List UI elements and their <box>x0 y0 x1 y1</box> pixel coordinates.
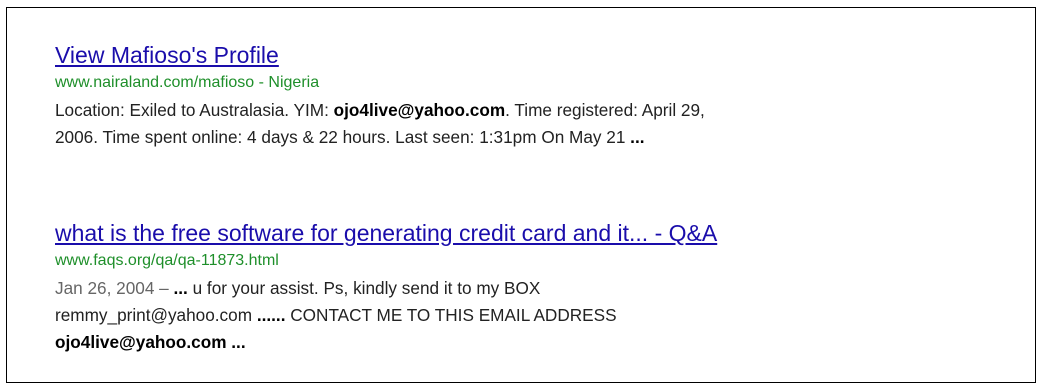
result-title-link[interactable]: View Mafioso's Profile <box>55 40 1025 70</box>
snippet-text: Location: Exiled to Australasia. YIM: <box>55 100 334 120</box>
snippet-highlight: ojo4live@yahoo.com <box>333 100 506 120</box>
search-result: what is the free software for generating… <box>55 218 1025 356</box>
snippet-ellipsis: ... <box>630 127 645 147</box>
snippet-ellipsis: ...... <box>256 305 286 325</box>
snippet-line: remmy_print@yahoo.com ...... CONTACT ME … <box>55 302 1025 329</box>
result-url: www.faqs.org/qa/qa-11873.html <box>55 252 279 269</box>
snippet-highlight: ojo4live@yahoo.com ... <box>55 332 246 352</box>
search-results-frame: View Mafioso's Profile www.nairaland.com… <box>6 7 1036 383</box>
search-result: View Mafioso's Profile www.nairaland.com… <box>55 40 1025 151</box>
snippet-text: 2006. Time spent online: 4 days & 22 hou… <box>55 127 631 147</box>
snippet-text: remmy_print@yahoo.com <box>55 305 257 325</box>
result-snippet: Jan 26, 2004 – ... u for your assist. Ps… <box>55 275 1025 356</box>
result-title-link[interactable]: what is the free software for generating… <box>55 218 1025 248</box>
result-snippet: Location: Exiled to Australasia. YIM: oj… <box>55 97 1025 151</box>
snippet-text: u for your assist. Ps, kindly send it to… <box>187 278 541 298</box>
snippet-line: Location: Exiled to Australasia. YIM: oj… <box>55 97 1025 124</box>
snippet-text: . Time registered: April 29, <box>505 100 705 120</box>
snippet-line: ojo4live@yahoo.com ... <box>55 329 1025 356</box>
snippet-ellipsis: ... <box>173 278 188 298</box>
result-date: Jan 26, 2004 – <box>55 278 174 298</box>
snippet-line: Jan 26, 2004 – ... u for your assist. Ps… <box>55 275 1025 302</box>
snippet-line: 2006. Time spent online: 4 days & 22 hou… <box>55 124 1025 151</box>
result-url: www.nairaland.com/mafioso - Nigeria <box>55 74 320 91</box>
snippet-text: CONTACT ME TO THIS EMAIL ADDRESS <box>285 305 617 325</box>
